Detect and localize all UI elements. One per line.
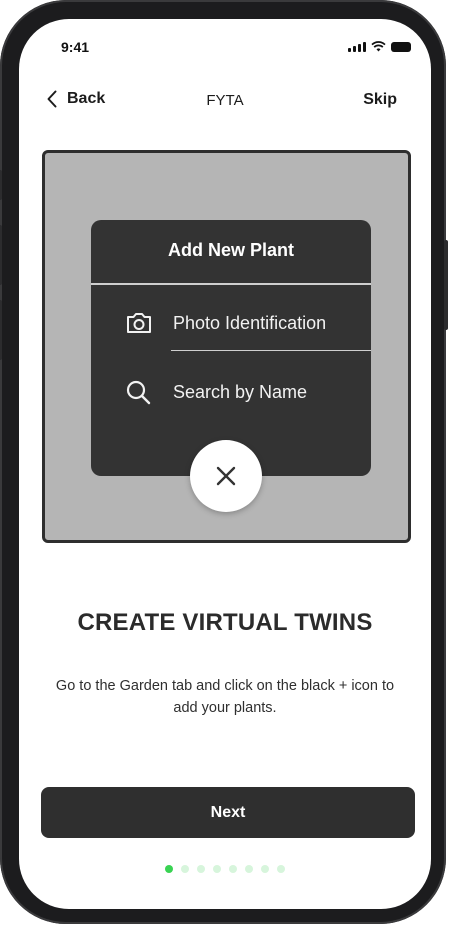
pagination-dot-active[interactable] [165,865,173,873]
screen: 9:41 Back FYTA Skip Add New Plant Photo … [19,19,431,909]
status-icons [348,40,411,52]
option-divider [171,350,371,351]
option-label: Photo Identification [173,312,327,333]
status-time: 9:41 [61,39,90,55]
skip-button[interactable]: Skip [363,91,397,109]
pagination-dot[interactable] [245,865,253,873]
camera-icon [125,311,155,335]
pagination-dot[interactable] [181,865,189,873]
status-bar: 9:41 [19,19,431,69]
card-title: Add New Plant [167,240,294,260]
pagination-dot[interactable] [277,865,285,873]
onboarding-heading: CREATE VIRTUAL TWINS [77,609,373,636]
pagination-dot[interactable] [261,865,269,873]
pagination-dot[interactable] [229,865,237,873]
photo-identification-option: Photo Identification [125,309,326,337]
volume-up-button [0,225,2,285]
phone-frame: 9:41 Back FYTA Skip Add New Plant Photo … [0,0,448,924]
next-button[interactable]: Next [41,787,415,838]
volume-down-button [0,300,2,360]
option-label: Search by Name [173,381,308,402]
search-icon [125,379,155,405]
power-button [444,240,448,330]
pagination-dot[interactable] [197,865,205,873]
pagination-dot[interactable] [213,865,221,873]
pagination-dots [19,865,431,873]
close-button [190,440,262,512]
wifi-icon [371,41,386,52]
signal-icon [348,40,366,52]
card-divider [91,283,371,285]
nav-bar: Back FYTA Skip [19,87,431,117]
mute-switch [0,170,2,200]
onboarding-description: Go to the Garden tab and click on the bl… [55,678,395,716]
onboarding-illustration: Add New Plant Photo Identification Searc… [42,150,411,543]
close-icon [216,466,236,486]
battery-icon [391,42,411,52]
search-by-name-option: Search by Name [125,378,307,406]
add-plant-card: Add New Plant Photo Identification Searc… [91,220,371,476]
